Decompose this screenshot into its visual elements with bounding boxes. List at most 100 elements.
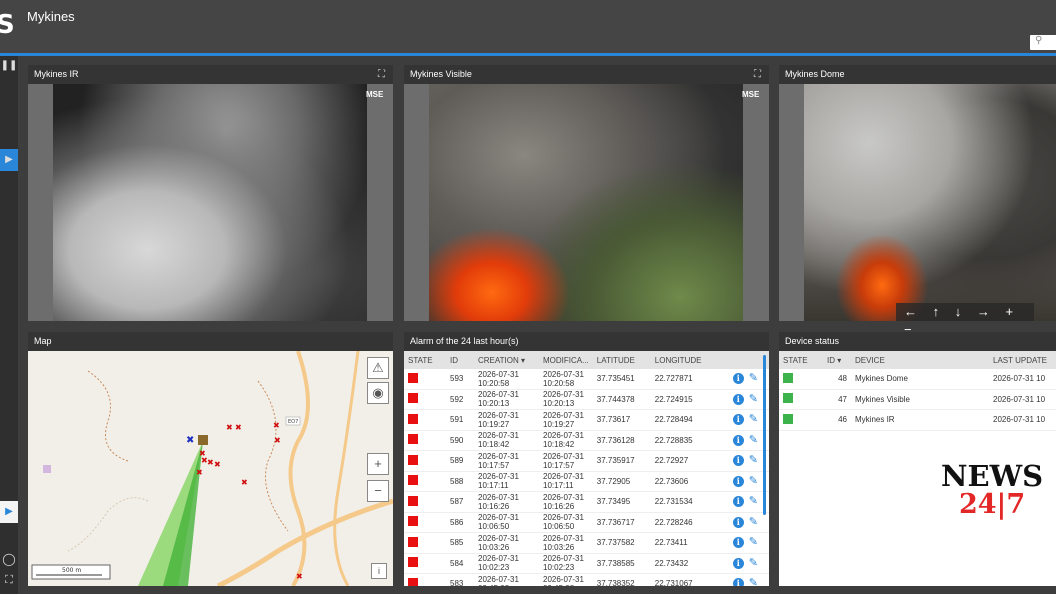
zoom-in-button[interactable]: + [367,453,389,475]
table-row[interactable]: 585 2026-07-31 10:03:26 2026-07-31 10:03:26 3… [404,532,769,554]
modified-cell: 2026-07-31 10:20:58 [539,369,593,390]
info-icon[interactable]: i [732,434,744,446]
col-latitude[interactable]: LATITUDE [592,351,651,369]
info-icon[interactable]: i [732,475,744,487]
state-indicator [408,577,418,586]
table-row[interactable]: 593 2026-07-31 10:20:58 2026-07-31 10:20:58 3… [404,369,769,390]
camera-marker[interactable] [198,435,208,445]
camera-icon[interactable]: ◉ [367,382,389,404]
state-cell [404,553,446,574]
latitude-cell: 37.73617 [592,409,651,431]
expand-panel-bottom-icon[interactable]: ▶ [0,501,18,523]
state-indicator [783,372,793,383]
latitude-cell: 37.736717 [592,512,651,533]
zoom-out-button[interactable]: − [367,480,389,502]
table-row[interactable]: 589 2026-07-31 10:17:57 2026-07-31 10:17:57 3… [404,450,769,472]
latitude-cell: 37.72905 [592,471,651,492]
clock-icon[interactable]: ◯ [0,552,18,566]
info-icon[interactable]: i [732,373,744,385]
table-row[interactable]: 47 Mykines Visible 2026-07-31 10 [779,389,1056,410]
state-indicator [408,495,418,506]
creation-cell: 2026-07-31 10:17:11 [474,471,539,492]
edit-icon[interactable]: ✎ [749,516,758,528]
fullscreen-icon[interactable]: ⛶ [754,65,761,84]
edit-icon[interactable]: ✎ [749,557,758,569]
map-canvas[interactable]: ✖ ✖ ✖ ✖✖ ✖✖ ✖ ✖✖ ✖✖ EO7 500 m [28,351,393,586]
col-state[interactable]: STATE [779,351,823,369]
table-row[interactable]: 592 2026-07-31 10:20:13 2026-07-31 10:20:13 3… [404,389,769,410]
stream-badge: MSE [742,90,760,99]
state-indicator [783,413,793,424]
fullscreen-icon[interactable]: ⛶ [378,65,385,84]
state-indicator [408,393,418,404]
info-icon[interactable]: i [371,563,387,579]
alarms-panel: Alarm of the 24 last hour(s) STATE ID CR… [404,332,769,586]
id-cell: 584 [446,553,474,574]
edit-icon[interactable]: ✎ [749,372,758,384]
edit-icon[interactable]: ✎ [749,577,758,586]
actions-cell: i ✎ [728,553,769,574]
edit-icon[interactable]: ✎ [749,393,758,405]
info-icon[interactable]: i [732,516,744,528]
device-cell: Mykines Visible [851,389,989,410]
info-icon[interactable]: i [732,537,744,549]
state-indicator [408,516,418,527]
id-cell: 48 [823,369,851,390]
col-state[interactable]: STATE [404,351,446,369]
scrollbar[interactable] [763,355,766,515]
table-row[interactable]: 588 2026-07-31 10:17:11 2026-07-31 10:17:11 3… [404,471,769,492]
modified-cell: 2026-07-31 10:06:50 [539,512,593,533]
edit-icon[interactable]: ✎ [749,475,758,487]
warning-icon[interactable]: ⚠ [367,357,389,379]
table-row[interactable]: 587 2026-07-31 10:16:26 2026-07-31 10:16:26 3… [404,491,769,513]
table-row[interactable]: 584 2026-07-31 10:02:23 2026-07-31 10:02:23 3… [404,553,769,574]
table-row[interactable]: 586 2026-07-31 10:06:50 2026-07-31 10:06:50 3… [404,512,769,533]
info-icon[interactable]: i [732,557,744,569]
camera-feed[interactable] [779,84,1056,321]
state-indicator [408,454,418,465]
info-icon[interactable]: i [732,496,744,508]
menu-icon[interactable]: ❚❚ [0,60,18,71]
svg-text:✖: ✖ [296,572,303,581]
latitude-cell: 37.737582 [592,532,651,554]
edit-icon[interactable]: ✎ [749,434,758,446]
ptz-controls[interactable]: ← ↑ ↓ → + − [896,303,1034,337]
info-icon[interactable]: i [732,393,744,405]
latitude-cell: 37.736128 [592,430,651,451]
search-input[interactable]: ⚲ [1030,35,1056,50]
col-modified[interactable]: MODIFICA... [539,351,593,369]
col-last-update[interactable]: LAST UPDATE [989,351,1056,369]
id-cell: 586 [446,512,474,533]
state-indicator [408,557,418,568]
info-icon[interactable]: i [732,578,744,586]
modified-cell: 2026-07-3109:45:08 [539,573,593,586]
actions-cell: i ✎ [728,532,769,554]
table-row[interactable]: 591 2026-07-31 10:19:27 2026-07-31 10:19:27 3… [404,409,769,431]
edit-icon[interactable]: ✎ [749,536,758,548]
edit-icon[interactable]: ✎ [749,413,758,425]
edit-icon[interactable]: ✎ [749,495,758,507]
state-cell [404,369,446,390]
fullscreen-icon[interactable]: ⛶ [0,574,18,587]
col-longitude[interactable]: LONGITUDE [650,351,729,369]
camera-feed[interactable]: MSE [28,84,393,321]
state-cell [404,471,446,492]
svg-text:✖: ✖ [214,460,221,469]
map-title: Map [28,332,393,351]
expand-panel-icon[interactable]: ▶ [0,149,18,171]
table-row[interactable]: 590 2026-07-31 10:18:42 2026-07-31 10:18:42 3… [404,430,769,451]
longitude-cell: 22.724915 [650,389,729,410]
edit-icon[interactable]: ✎ [749,454,758,466]
table-row[interactable]: 48 Mykines Dome 2026-07-31 10 [779,369,1056,390]
col-id[interactable]: ID ▾ [823,351,851,369]
info-icon[interactable]: i [732,414,744,426]
state-cell [404,573,446,586]
info-icon[interactable]: i [732,455,744,467]
col-id[interactable]: ID [446,351,474,369]
table-row[interactable]: 5832026-07-3109:45:082026-07-3109:45:083… [404,573,769,586]
camera-feed[interactable]: MSE [404,84,769,321]
table-row[interactable]: 46 Mykines IR 2026-07-31 10 [779,409,1056,431]
col-device[interactable]: DEVICE [851,351,989,369]
camera-title: Mykines IR ⛶ [28,65,393,84]
col-creation[interactable]: CREATION ▾ [474,351,539,369]
